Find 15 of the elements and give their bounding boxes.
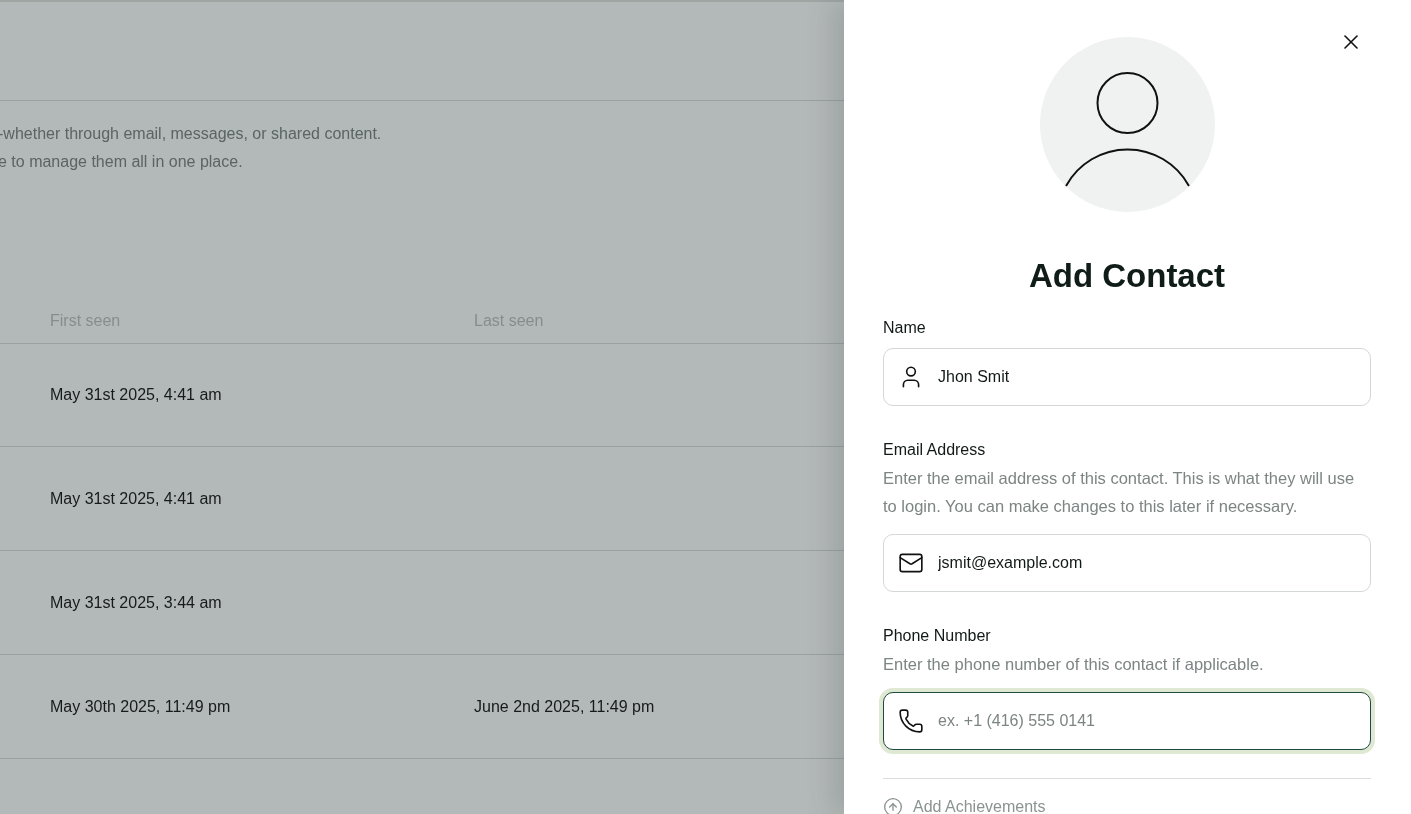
- field-label: Name: [883, 318, 927, 338]
- field-hint: Enter the email address of this contact. This is what they will use to login. You can make changes to this later if necessary.: [883, 468, 1356, 517]
- phone-icon: [898, 708, 924, 734]
- input-field[interactable]: jsmit@example.com: [883, 534, 1371, 592]
- input-field[interactable]: Jhon Smit: [883, 348, 1371, 406]
- table-cell-text: June 2nd 2025, 11:49 pm: [474, 697, 656, 716]
- panel-title: Add Contact: [1027, 258, 1227, 294]
- table-cell-text: May 30th 2025, 11:49 pm: [50, 697, 232, 716]
- table-cell-text: May 31st 2025, 3:44 am: [50, 593, 223, 612]
- field-label: Email Address: [883, 440, 987, 460]
- field-label: Phone Number: [883, 626, 992, 646]
- table-cell-text: May 31st 2025, 4:41 am: [50, 489, 223, 508]
- table-cell-text: May 31st 2025, 4:41 am: [50, 386, 223, 404]
- field-hint: Enter the phone number of this contact if applicable.: [883, 654, 1265, 675]
- input-field[interactable]: ex. +1 (416) 555 0141: [883, 692, 1371, 750]
